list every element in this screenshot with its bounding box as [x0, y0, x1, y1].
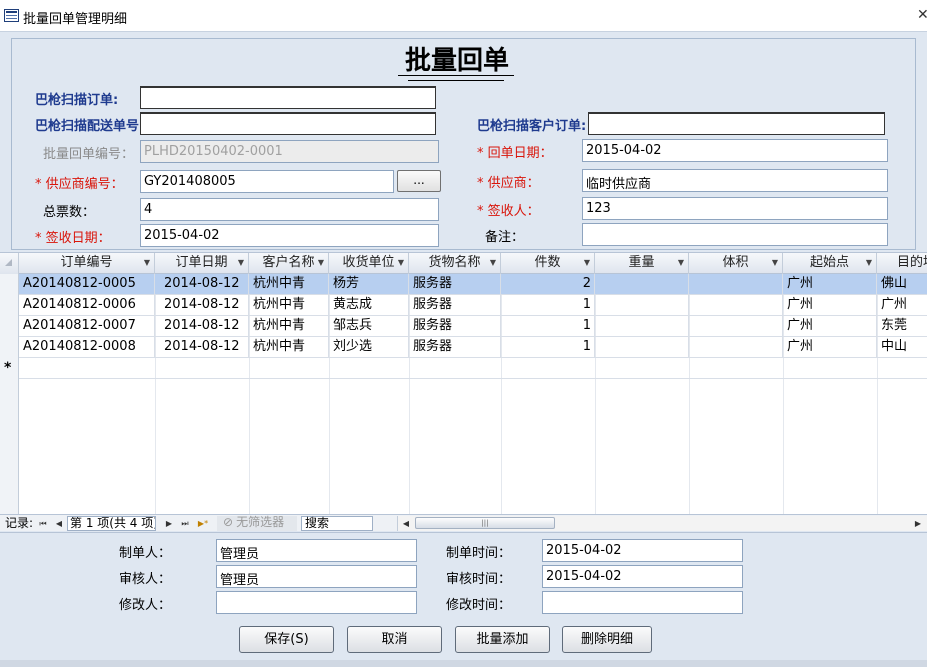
total-field[interactable]: 4 — [140, 198, 439, 221]
horizontal-scrollbar[interactable]: ◀ ||| ▶ — [397, 516, 927, 531]
return-date-label: * 回单日期： — [477, 146, 553, 161]
sort-arrow-icon[interactable]: ▼ — [238, 253, 244, 273]
sort-arrow-icon[interactable]: ▼ — [678, 253, 684, 273]
scroll-thumb[interactable]: ||| — [415, 517, 555, 529]
col-origin[interactable]: 起始点 ▼ — [783, 253, 877, 274]
batch-add-button[interactable]: 批量添加 — [455, 626, 550, 653]
delete-detail-button[interactable]: 删除明细 — [562, 626, 652, 653]
col-volume[interactable]: 体积 ▼ — [689, 253, 783, 274]
sign-date-label: * 签收日期： — [35, 231, 111, 246]
receiver-field[interactable]: 123 — [582, 197, 888, 220]
save-button[interactable]: 保存(S) — [239, 626, 334, 653]
filter-icon: ⊘ — [223, 515, 234, 529]
sort-arrow-icon[interactable]: ▼ — [318, 253, 324, 273]
search-input[interactable]: 搜索 — [301, 516, 373, 531]
modifier-field[interactable] — [216, 591, 417, 614]
auditor-label: 审核人： — [119, 572, 172, 587]
detail-datasheet: 订单编号 ▼ 订单日期 ▼ 客户名称 ▼ 收货单位 ▼ 货物名称 ▼ 件数 ▼ 重量 ▼ 体积… — [0, 252, 927, 514]
form-icon — [4, 9, 19, 22]
last-record-icon[interactable]: ⏭ — [179, 516, 191, 531]
cancel-button[interactable]: 取消 — [347, 626, 442, 653]
audit-time-field[interactable]: 2015-04-02 — [542, 565, 743, 588]
scroll-left-icon[interactable]: ◀ — [399, 516, 413, 531]
status-strip — [0, 660, 927, 667]
col-goods[interactable]: 货物名称 ▼ — [409, 253, 501, 274]
audit-time-label: 审核时间： — [446, 572, 512, 587]
sort-arrow-icon[interactable]: ▼ — [490, 253, 496, 273]
col-weight[interactable]: 重量 ▼ — [595, 253, 689, 274]
form-title: 批量回单 — [404, 46, 509, 76]
record-navigation-bar: 记录: ⏮ ◀ 第 1 项(共 4 项) ▶ ⏭ ▶* ⊘ 无筛选器 搜索 ◀ |… — [0, 514, 927, 531]
table-row[interactable]: A20140812-0005 2014-08-12 杭州中青 杨芳 服务器 2 … — [19, 274, 927, 295]
new-record-marker: * — [4, 360, 12, 376]
scan-delivery-label: 巴枪扫描配送单号 — [35, 119, 140, 134]
scan-delivery-input[interactable] — [140, 112, 436, 135]
datasheet-header: 订单编号 ▼ 订单日期 ▼ 客户名称 ▼ 收货单位 ▼ 货物名称 ▼ 件数 ▼ 重量 ▼ 体积… — [0, 253, 927, 274]
supplier-lookup-button[interactable]: ... — [397, 170, 441, 192]
window-title: 批量回单管理明细 — [23, 12, 128, 27]
supplier-code-label: * 供应商编号： — [35, 177, 124, 192]
col-receiver-unit[interactable]: 收货单位 ▼ — [329, 253, 409, 274]
col-order-no[interactable]: 订单编号 ▼ — [19, 253, 155, 274]
sort-arrow-icon[interactable]: ▼ — [584, 253, 590, 273]
col-customer[interactable]: 客户名称 ▼ — [249, 253, 329, 274]
batch-no-label: 批量回单编号： — [43, 147, 135, 162]
sort-arrow-icon[interactable]: ▼ — [398, 253, 404, 273]
modify-time-field[interactable] — [542, 591, 743, 614]
title-underline-short — [408, 80, 504, 81]
supplier-code-field[interactable]: GY201408005 — [140, 170, 394, 193]
batch-no-field: PLHD20150402-0001 — [140, 140, 439, 163]
scan-customer-order-input[interactable] — [588, 112, 885, 135]
sort-arrow-icon[interactable]: ▼ — [144, 253, 150, 273]
title-underline — [398, 75, 514, 76]
scan-customer-order-label: 巴枪扫描客户订单: — [477, 119, 587, 134]
table-row[interactable]: A20140812-0007 2014-08-12 杭州中青 邹志兵 服务器 1… — [19, 316, 927, 337]
scan-order-label: 巴枪扫描订单: — [35, 93, 119, 108]
prev-record-icon[interactable]: ◀ — [53, 516, 65, 531]
col-destination[interactable]: 目的地 — [877, 253, 927, 274]
scroll-right-icon[interactable]: ▶ — [911, 516, 925, 531]
new-record-row[interactable] — [19, 358, 927, 379]
col-pieces[interactable]: 件数 ▼ — [501, 253, 595, 274]
first-record-icon[interactable]: ⏮ — [37, 516, 49, 531]
close-icon[interactable]: ✕ — [917, 7, 927, 23]
scan-order-input[interactable] — [140, 86, 436, 109]
auditor-field[interactable]: 管理员 — [216, 565, 417, 588]
remark-field[interactable] — [582, 223, 888, 246]
make-time-label: 制单时间： — [446, 546, 512, 561]
next-record-icon[interactable]: ▶ — [163, 516, 175, 531]
return-date-field[interactable]: 2015-04-02 — [582, 139, 888, 162]
receiver-label: * 签收人： — [477, 204, 540, 219]
table-row[interactable]: A20140812-0006 2014-08-12 杭州中青 黄志成 服务器 1… — [19, 295, 927, 316]
record-position-input[interactable]: 第 1 项(共 4 项) — [67, 516, 156, 531]
sign-date-field[interactable]: 2015-04-02 — [140, 224, 439, 247]
modify-time-label: 修改时间： — [446, 598, 512, 613]
make-time-field[interactable]: 2015-04-02 — [542, 539, 743, 562]
modifier-label: 修改人： — [119, 598, 172, 613]
maker-field[interactable]: 管理员 — [216, 539, 417, 562]
record-nav-label: 记录: — [5, 516, 34, 530]
new-record-icon[interactable]: ▶* — [195, 516, 211, 531]
col-order-date[interactable]: 订单日期 ▼ — [155, 253, 249, 274]
supplier-field[interactable]: 临时供应商 — [582, 169, 888, 192]
record-selector-column[interactable] — [0, 274, 19, 514]
remark-label: 备注： — [485, 230, 525, 245]
table-row[interactable]: A20140812-0008 2014-08-12 杭州中青 刘少选 服务器 1… — [19, 337, 927, 358]
window-titlebar: 批量回单管理明细 ✕ — [0, 0, 927, 32]
select-all-corner[interactable] — [0, 253, 19, 274]
sort-arrow-icon[interactable]: ▼ — [866, 253, 872, 273]
supplier-label: * 供应商： — [477, 176, 540, 191]
sort-arrow-icon[interactable]: ▼ — [772, 253, 778, 273]
no-filter-button[interactable]: ⊘ 无筛选器 — [217, 516, 297, 531]
maker-label: 制单人： — [119, 546, 172, 561]
total-label: 总票数： — [43, 205, 96, 220]
